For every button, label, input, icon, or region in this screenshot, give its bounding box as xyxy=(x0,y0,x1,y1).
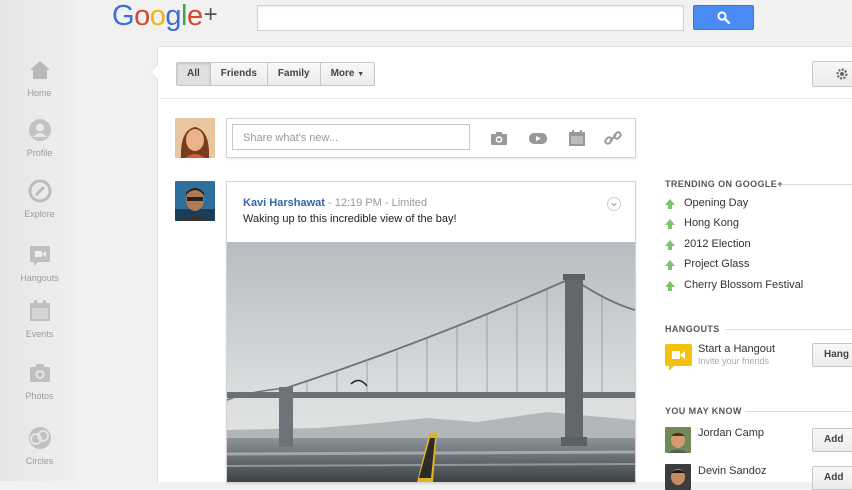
my-avatar[interactable] xyxy=(175,118,215,158)
person-avatar[interactable] xyxy=(665,427,691,453)
filter-more-label: More xyxy=(330,68,355,79)
hangout-button[interactable]: Hang o xyxy=(812,343,852,367)
trending-arrow-icon xyxy=(665,240,675,250)
hangout-video-icon xyxy=(665,344,692,371)
author-avatar[interactable] xyxy=(175,181,215,221)
nav-pointer xyxy=(150,64,158,80)
logo-letter: g xyxy=(165,0,181,32)
google-plus-logo[interactable]: Google+ xyxy=(112,0,218,35)
add-label: Add xyxy=(824,472,844,483)
logo-letter: e xyxy=(186,0,203,32)
nav-label: Hangouts xyxy=(20,273,59,283)
add-label: Add xyxy=(824,434,844,445)
trending-label: 2012 Election xyxy=(684,238,751,250)
camera-icon[interactable] xyxy=(490,130,508,146)
trending-arrow-icon xyxy=(665,199,675,209)
you-may-know-title: YOU MAY KNOW xyxy=(665,406,742,416)
post-card: Kavi Harshawat - 12:19 PM - Limited Waki… xyxy=(226,181,636,483)
trending-item[interactable]: 2012 Election xyxy=(665,238,751,250)
add-person-button[interactable]: Add xyxy=(812,428,852,452)
trending-item[interactable]: Project Glass xyxy=(665,258,749,270)
filter-all[interactable]: All xyxy=(177,63,211,85)
explore-icon xyxy=(28,179,51,203)
hangouts-title: HANGOUTS xyxy=(665,324,720,334)
profile-icon xyxy=(28,119,51,141)
left-nav xyxy=(78,40,157,481)
person-avatar[interactable] xyxy=(665,464,691,490)
trending-item[interactable]: Cherry Blossom Festival xyxy=(665,279,803,291)
trending-item[interactable]: Hong Kong xyxy=(665,217,739,229)
trending-arrow-icon xyxy=(665,260,675,270)
post-meta: - 12:19 PM - Limited xyxy=(324,197,428,209)
logo-letter: G xyxy=(112,0,135,32)
settings-button[interactable] xyxy=(812,61,852,87)
person-name[interactable]: Jordan Camp xyxy=(698,427,764,439)
divider xyxy=(745,411,852,412)
logo-letter: o xyxy=(134,0,150,32)
trending-item[interactable]: Opening Day xyxy=(665,197,748,209)
event-icon[interactable] xyxy=(568,130,586,146)
filter-friends[interactable]: Friends xyxy=(211,63,268,85)
person-name[interactable]: Devin Sandoz xyxy=(698,465,767,477)
filter-more[interactable]: More ▼ xyxy=(321,63,375,85)
trending-label: Opening Day xyxy=(684,197,749,209)
post-text: Waking up to this incredible view of the… xyxy=(243,213,457,225)
start-hangout-link[interactable]: Start a Hangout xyxy=(698,343,775,355)
events-icon xyxy=(29,300,50,321)
nav-label: Circles xyxy=(25,456,54,466)
hangouts-icon xyxy=(29,246,50,266)
photos-icon xyxy=(29,364,50,382)
link-icon[interactable] xyxy=(604,130,622,146)
filter-family[interactable]: Family xyxy=(268,63,321,85)
post-author-link[interactable]: Kavi Harshawat xyxy=(243,197,325,209)
divider xyxy=(725,329,852,330)
nav-label: Home xyxy=(27,88,52,98)
post-photo[interactable] xyxy=(227,242,635,482)
share-box: Share what's new... xyxy=(226,118,636,158)
divider xyxy=(782,184,852,185)
hangout-subtitle: Invite your friends xyxy=(698,356,770,366)
nav-label: Explore xyxy=(24,209,55,219)
trending-arrow-icon xyxy=(665,219,675,229)
nav-label: Events xyxy=(25,329,54,339)
link-video-icon[interactable] xyxy=(529,130,547,146)
logo-letter: + xyxy=(203,1,218,28)
nav-item-hangouts[interactable]: Hangouts xyxy=(0,243,79,283)
trending-label: Hong Kong xyxy=(684,217,740,229)
header-divider xyxy=(157,98,852,99)
search-input[interactable] xyxy=(257,5,684,31)
chevron-down-icon xyxy=(611,202,617,207)
search-icon xyxy=(717,11,730,24)
search-button[interactable] xyxy=(693,5,754,30)
caret-down-icon: ▼ xyxy=(357,71,365,78)
add-person-button[interactable]: Add xyxy=(812,466,852,490)
trending-label: Cherry Blossom Festival xyxy=(684,279,804,291)
nav-item-events[interactable]: Events xyxy=(0,299,79,339)
nav-label: Profile xyxy=(26,148,53,158)
circles-icon xyxy=(28,427,51,449)
gear-icon xyxy=(836,68,848,80)
home-icon xyxy=(29,61,50,79)
post-header: Kavi Harshawat - 12:19 PM - Limited xyxy=(243,197,427,209)
trending-label: Project Glass xyxy=(684,258,750,270)
nav-item-circles[interactable]: Circles xyxy=(0,426,79,466)
logo-letter: o xyxy=(149,0,166,32)
nav-label: Photos xyxy=(25,391,54,401)
nav-item-photos[interactable]: Photos xyxy=(0,361,79,401)
trending-arrow-icon xyxy=(665,281,675,291)
nav-item-home[interactable]: Home xyxy=(0,58,79,98)
stream-filters: All Friends Family More ▼ xyxy=(176,62,376,86)
trending-title: TRENDING ON GOOGLE+ xyxy=(665,179,783,189)
nav-item-explore[interactable]: Explore xyxy=(0,179,79,219)
share-input[interactable]: Share what's new... xyxy=(232,124,470,150)
nav-item-profile[interactable]: Profile xyxy=(0,118,79,158)
post-menu-button[interactable] xyxy=(607,197,621,211)
